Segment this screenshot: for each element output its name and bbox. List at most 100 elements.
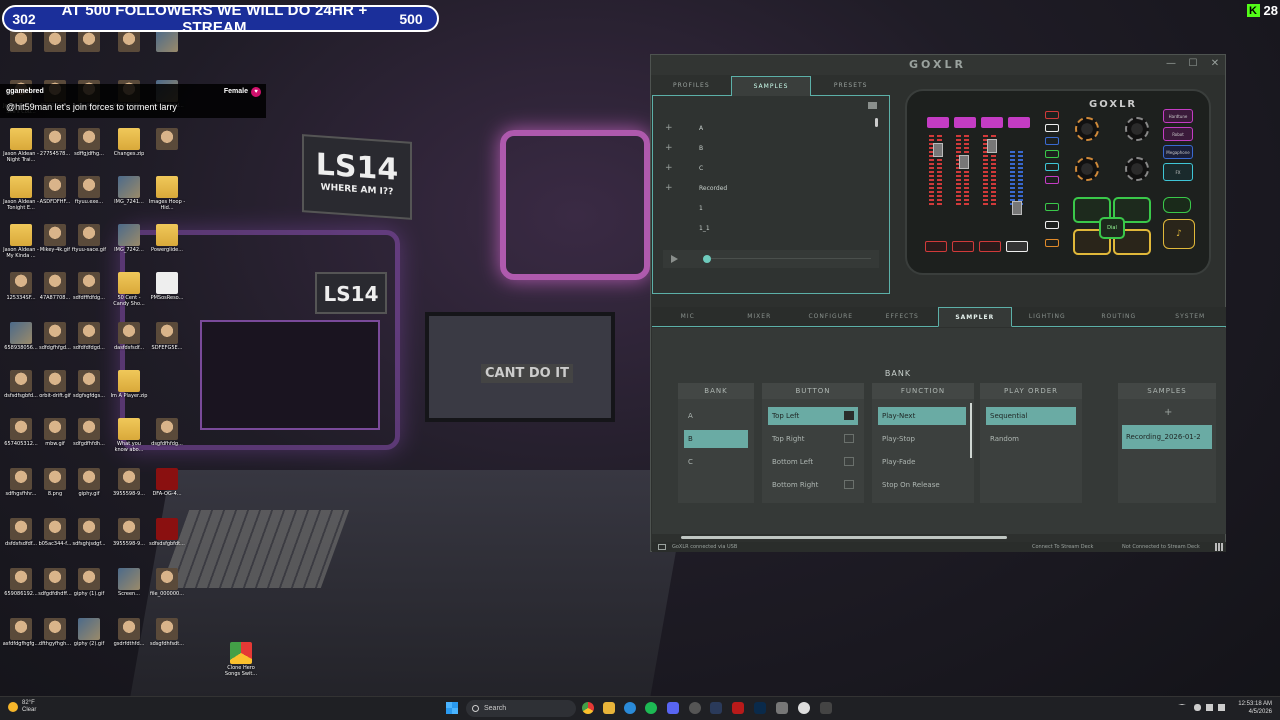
chevron-up-icon[interactable] <box>1178 704 1186 711</box>
spotify-icon[interactable] <box>645 702 657 714</box>
tab-mixer[interactable]: MIXER <box>724 307 796 326</box>
sample-list-item[interactable]: + A <box>665 118 703 138</box>
mute-button[interactable] <box>952 241 974 252</box>
expand-plus-icon[interactable]: + <box>665 143 699 153</box>
desktop-icon[interactable]: 8.png <box>36 466 74 516</box>
desktop-icon[interactable]: ftyuu-sace.gif <box>70 222 108 272</box>
sample-list-item[interactable]: + C <box>665 158 703 178</box>
close-button[interactable]: ✕ <box>1209 58 1221 70</box>
desktop-icon[interactable]: sdgfsgfdgs... <box>70 368 108 418</box>
desktop-icon[interactable]: SDFEFG5E... <box>148 320 186 370</box>
desktop-icon[interactable] <box>2 28 40 78</box>
fader-knob[interactable] <box>987 139 997 153</box>
desktop-icon[interactable] <box>36 28 74 78</box>
app-icon[interactable] <box>710 702 722 714</box>
fader-mute-button[interactable] <box>954 117 976 128</box>
desktop-icon[interactable]: orbit-drift.gif <box>36 368 74 418</box>
desktop-icon[interactable]: sdfgdfhfdh... <box>70 416 108 466</box>
desktop-icon[interactable]: gsdrfdthfd... <box>110 616 148 666</box>
desktop-icon[interactable]: Images Hoop - Hid... <box>148 174 186 224</box>
desktop-icon[interactable]: 657405312... <box>2 416 40 466</box>
desktop-icon[interactable]: sdfhgsfhhr... <box>2 466 40 516</box>
bank-item[interactable]: C <box>684 453 748 471</box>
microphone-icon[interactable] <box>1194 704 1201 711</box>
cough-button[interactable]: ♪ <box>1163 219 1195 249</box>
function-item[interactable]: Play-Fade <box>878 453 966 471</box>
desktop-icon[interactable]: PMSosReso... <box>148 270 186 320</box>
desktop-icon[interactable]: IMG_7242... <box>110 222 148 272</box>
fader-knob[interactable] <box>1012 201 1022 215</box>
volume-icon[interactable] <box>1218 704 1225 711</box>
desktop-icon[interactable]: 27754578... <box>36 126 74 176</box>
desktop-icon[interactable]: 47A87708... <box>36 270 74 320</box>
start-button-icon[interactable] <box>446 702 458 714</box>
desktop-icon[interactable]: ASDFDFHF... <box>36 174 74 224</box>
effect-knob[interactable] <box>1125 157 1149 181</box>
sample-list-item[interactable]: 1_1 <box>665 218 710 238</box>
desktop-icon[interactable]: Changes.zip <box>110 126 148 176</box>
desktop-icon[interactable]: 659086192... <box>2 566 40 616</box>
tab-configure[interactable]: CONFIGURE <box>795 307 867 326</box>
preset-button[interactable] <box>1045 124 1059 132</box>
goxlr-taskbar-icon[interactable] <box>820 702 832 714</box>
fader-mute-button[interactable] <box>981 117 1003 128</box>
mute-button[interactable] <box>925 241 947 252</box>
fader-knob[interactable] <box>933 143 943 157</box>
function-item[interactable]: Stop On Release <box>878 476 966 494</box>
playback-track[interactable] <box>711 258 871 259</box>
folder-icon[interactable] <box>868 102 877 109</box>
maximize-button[interactable]: ☐ <box>1187 58 1199 70</box>
function-scrollbar[interactable] <box>970 403 972 458</box>
button-item[interactable]: Top Right <box>768 430 858 448</box>
desktop-icon[interactable]: 3955598-9... <box>110 466 148 516</box>
desktop-icon[interactable]: Jason Aldean - Night Trai... <box>2 126 40 176</box>
desktop-icon[interactable]: Jason Aldean - Tonight E... <box>2 174 40 224</box>
desktop-icon[interactable]: dsgfdfhfdg... <box>148 416 186 466</box>
effect-knob[interactable] <box>1075 117 1099 141</box>
desktop-icon[interactable]: Mikey-4k.gif <box>36 222 74 272</box>
photoshop-icon[interactable] <box>754 702 766 714</box>
desktop-icon[interactable]: sdfgdfdhdff... <box>36 566 74 616</box>
megaphone-button[interactable]: Megaphone <box>1163 145 1193 159</box>
desktop-icon[interactable]: sdffgjdfhg... <box>70 126 108 176</box>
tab-samples[interactable]: SAMPLES <box>730 76 812 96</box>
preset-button[interactable] <box>1045 137 1059 145</box>
sampler-center-dial[interactable]: Dial <box>1099 217 1125 239</box>
tab-system[interactable]: SYSTEM <box>1155 307 1227 326</box>
desktop-icon[interactable]: Im A Player.zip <box>110 368 148 418</box>
bank-item[interactable]: B <box>684 430 748 448</box>
button-item[interactable]: Bottom Right <box>768 476 858 494</box>
system-clock[interactable]: 12:53:18 AM 4/5/2026 <box>1238 700 1272 716</box>
weather-widget[interactable]: 82°F Clear <box>8 700 36 714</box>
fader-knob[interactable] <box>959 155 969 169</box>
desktop-icon[interactable]: 658938056... <box>2 320 40 370</box>
tab-effects[interactable]: EFFECTS <box>867 307 939 326</box>
expand-plus-icon[interactable]: + <box>665 163 699 173</box>
desktop-icon[interactable]: file_000000... <box>148 566 186 616</box>
desktop-icon[interactable]: Jason Aldean - My Kinda ... <box>2 222 40 272</box>
network-icon[interactable] <box>1206 704 1213 711</box>
desktop-icon[interactable] <box>148 28 186 78</box>
stream-deck-connect-link[interactable]: Connect To Stream Deck <box>1032 544 1093 550</box>
playback-knob[interactable] <box>703 255 711 263</box>
desktop-icon[interactable]: sdfdgfhfgd... <box>36 320 74 370</box>
desktop-icon[interactable]: giphy (1).gif <box>70 566 108 616</box>
desktop-icon[interactable]: sdfdfdfdgd... <box>70 320 108 370</box>
discord-icon[interactable] <box>667 702 679 714</box>
preset-button[interactable] <box>1045 150 1059 158</box>
desktop-icon[interactable]: Powerglide... <box>148 222 186 272</box>
hardtune-button[interactable]: Hardtune <box>1163 109 1193 123</box>
sample-list-item[interactable]: 1 <box>665 198 703 218</box>
desktop-icon[interactable]: IMG_7241... <box>110 174 148 224</box>
preset-button[interactable] <box>1045 176 1059 184</box>
desktop-icon[interactable]: sdfsdsfgbfdt... <box>148 516 186 566</box>
desktop-icon[interactable]: sdsgfdhfsdt... <box>148 616 186 666</box>
acrobat-icon[interactable] <box>732 702 744 714</box>
app-icon[interactable] <box>798 702 810 714</box>
desktop-icon[interactable]: Clone Hero Songs Swit... <box>222 640 260 690</box>
obs-icon[interactable] <box>689 702 701 714</box>
expand-plus-icon[interactable]: + <box>665 123 699 133</box>
desktop-icon[interactable]: giphy.gif <box>70 466 108 516</box>
expand-plus-icon[interactable]: + <box>665 183 699 193</box>
desktop-icon[interactable] <box>70 28 108 78</box>
